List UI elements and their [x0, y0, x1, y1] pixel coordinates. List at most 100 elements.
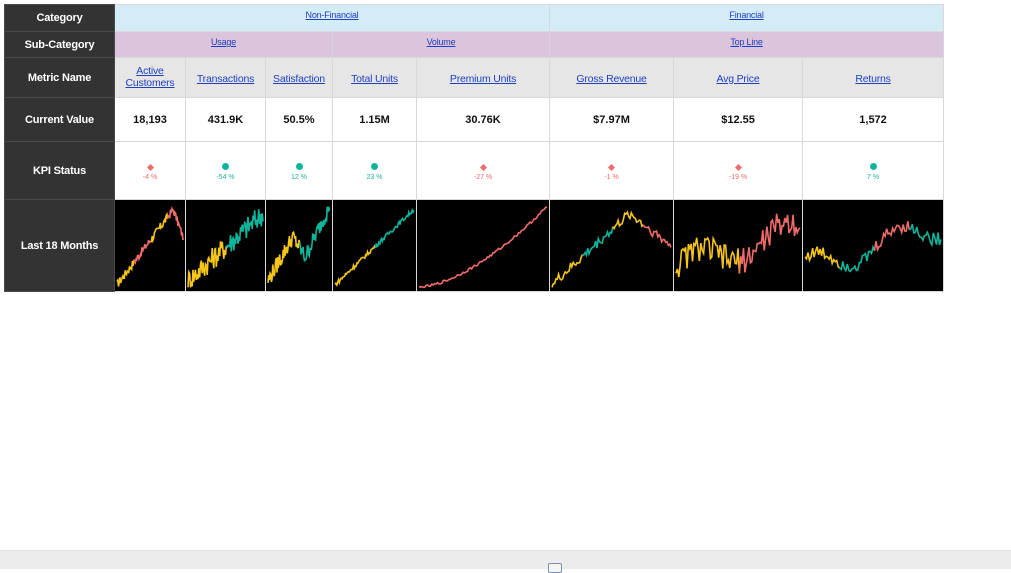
category-row-label: Category — [4, 4, 115, 32]
subcategory-top-line: Top Line — [549, 31, 945, 58]
sparkline-chart — [187, 208, 264, 287]
scrollbar-thumb[interactable] — [548, 563, 562, 573]
red-diamond-icon — [734, 163, 742, 171]
category-link-financial[interactable]: Financial — [729, 10, 763, 20]
sparkline-series — [166, 205, 184, 240]
category-financial: Financial — [549, 4, 945, 32]
red-diamond-icon — [607, 163, 616, 171]
sparkline-series — [187, 240, 228, 287]
kpi-status-row-label: KPI Status — [4, 141, 115, 200]
teal-dot-icon — [371, 162, 378, 170]
sparkline-cell — [415, 199, 551, 292]
current-value-premium-units: 30.76K — [415, 97, 551, 142]
sparkline-chart — [267, 206, 331, 283]
metric-cell: Returns — [802, 57, 945, 98]
metric-link-returns[interactable]: Returns — [855, 73, 891, 85]
current-value-active-customers: 18,193 — [114, 97, 186, 142]
metric-link-avg-price[interactable]: Avg Price — [717, 73, 760, 85]
sparkline-series — [642, 223, 672, 248]
kpi-status-cell: -19 % — [673, 141, 804, 200]
sparkline-chart — [116, 205, 184, 287]
metric-link-gross-revenue[interactable]: Gross Revenue — [576, 73, 647, 85]
subcategory-row: Sub-Category Usage Volume Top Line — [4, 31, 945, 58]
sparkline-row: Last 18 Months — [4, 199, 945, 292]
sparkline-chart — [334, 207, 415, 287]
kpi-status-cell: -4 % — [114, 141, 186, 200]
sparkline-cell — [265, 199, 333, 292]
kpi-change-percent: -27 % — [473, 173, 493, 181]
category-link-non-financial[interactable]: Non-Financial — [306, 10, 359, 20]
current-value-gross-revenue: $7.97M — [549, 97, 675, 142]
subcategory-row-label: Sub-Category — [4, 31, 115, 58]
sparkline-cell — [802, 199, 945, 292]
metric-link-premium-units[interactable]: Premium Units — [450, 73, 516, 85]
sparkline-series — [418, 205, 548, 288]
current-value-total-units: 1.15M — [332, 97, 417, 142]
kpi-change-percent: -1 % — [604, 173, 619, 181]
sparkline-series — [839, 243, 876, 273]
sparkline-series — [675, 234, 741, 277]
sparkline-series — [133, 239, 152, 265]
current-value-row-label: Current Value — [4, 97, 115, 142]
category-non-financial: Non-Financial — [113, 4, 551, 32]
sparkline-series — [225, 208, 264, 251]
kpi-change-percent: -19 % — [728, 173, 748, 181]
sparkline-cell — [673, 199, 804, 292]
metric-cell: Transactions — [185, 57, 266, 98]
kpi-status-cell: -1 % — [549, 141, 675, 200]
subcategory-link-top-line[interactable]: Top Line — [730, 37, 763, 47]
sparkline-chart — [804, 220, 942, 273]
subcategory-volume: Volume — [331, 31, 551, 58]
teal-dot-icon — [295, 162, 303, 170]
sparkline-row-label: Last 18 Months — [4, 199, 115, 292]
sparkline-series — [298, 206, 331, 262]
teal-dot-icon — [222, 162, 229, 170]
kpi-status-cell: -27 % — [415, 141, 551, 200]
sparkline-series — [738, 213, 801, 274]
sparkline-series — [612, 209, 644, 230]
metric-cell: Gross Revenue — [549, 57, 675, 98]
current-value-row: Current Value 18,193 431.9K 50.5% 1.15M … — [4, 97, 945, 142]
metric-cell: Premium Units — [415, 57, 551, 98]
metric-link-total-units[interactable]: Total Units — [351, 73, 398, 85]
kpi-status-cell: 7 % — [802, 141, 945, 200]
sparkline-series — [374, 207, 415, 248]
kpi-change-percent: 23 % — [366, 173, 383, 181]
kpi-change-percent: 7 % — [867, 173, 880, 181]
red-diamond-icon — [146, 163, 154, 171]
sparkline-series — [908, 223, 942, 247]
current-value-satisfaction: 50.5% — [265, 97, 333, 142]
red-diamond-icon — [479, 163, 487, 171]
metric-link-satisfaction[interactable]: Satisfaction — [273, 73, 325, 85]
kpi-status-cell: 23 % — [332, 141, 417, 200]
kpi-table: Category Non-Financial Financial Sub-Cat… — [4, 4, 945, 292]
kpi-change-percent: -4 % — [142, 173, 158, 181]
kpi-change-percent: -54 % — [216, 173, 235, 181]
bottom-scrollbar[interactable] — [0, 550, 1011, 573]
subcategory-usage: Usage — [114, 31, 333, 58]
kpi-status-cell: 12 % — [265, 141, 333, 200]
sparkline-series — [116, 258, 135, 287]
sparkline-cell — [185, 199, 266, 292]
subcategory-link-usage[interactable]: Usage — [211, 37, 236, 47]
sparkline-series — [804, 245, 841, 269]
metric-cell: Avg Price — [673, 57, 804, 98]
subcategory-link-volume[interactable]: Volume — [427, 37, 456, 47]
sparkline-cell — [114, 199, 186, 292]
sparkline-cell — [332, 199, 417, 292]
kpi-change-percent: 12 % — [291, 173, 307, 181]
metric-link-transactions[interactable]: Transactions — [197, 73, 255, 85]
sparkline-chart — [551, 209, 672, 288]
current-value-transactions: 431.9K — [185, 97, 266, 142]
metric-cell: Active Customers — [114, 57, 186, 98]
metric-cell: Satisfaction — [265, 57, 333, 98]
sparkline-series — [873, 220, 911, 252]
sparkline-series — [150, 211, 169, 243]
metric-cell: Total Units — [332, 57, 417, 98]
sparkline-series — [334, 243, 377, 287]
sparkline-cell — [549, 199, 675, 292]
sparkline-series — [267, 230, 301, 283]
category-row: Category Non-Financial Financial — [4, 4, 945, 32]
metric-name-row-label: Metric Name — [4, 57, 115, 98]
metric-link-active-customers[interactable]: Active Customers — [125, 65, 175, 89]
